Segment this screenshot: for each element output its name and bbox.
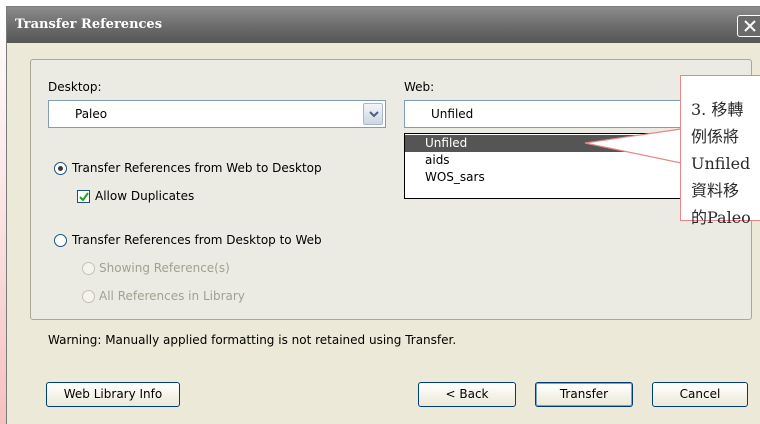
web-to-desktop-label[interactable]: Transfer References from Web to Desktop [72,161,322,175]
callout-line-3: Unfiled [691,154,751,173]
desktop-library-value: Paleo [75,107,108,121]
close-icon [744,20,756,32]
desktop-to-web-label[interactable]: Transfer References from Desktop to Web [72,233,322,247]
desktop-library-select[interactable]: Paleo [48,100,386,128]
callout-pointer [584,128,683,164]
web-to-desktop-radio[interactable] [54,162,67,175]
callout-line-4: 資料移 [691,181,740,200]
all-references-label: All References in Library [99,289,245,303]
web-group-select[interactable]: Unfiled [404,100,704,128]
warning-text: Warning: Manually applied formatting is … [48,333,457,347]
back-button[interactable]: < Back [418,382,516,407]
chevron-down-icon [369,111,379,118]
callout-line-5: 的Paleo [691,208,751,227]
checkmark-icon [79,192,89,202]
cancel-button[interactable]: Cancel [652,382,748,407]
desktop-label: Desktop: [48,80,102,94]
web-library-info-button[interactable]: Web Library Info [46,382,180,407]
showing-references-label: Showing Reference(s) [99,261,230,275]
title-bar: Transfer References [7,7,760,43]
web-label: Web: [404,80,435,94]
desktop-to-web-radio[interactable] [54,234,67,247]
callout-line-2: 例係將 [691,127,740,146]
showing-references-radio[interactable] [82,262,95,275]
annotation-callout: 3. 移轉 例係將 Unfiled 資料移 的Paleo [680,75,760,227]
desktop-dropdown-button[interactable] [363,103,383,125]
allow-duplicates-checkbox[interactable] [77,190,90,203]
web-group-value: Unfiled [431,107,474,121]
close-button[interactable] [737,15,760,37]
dialog-title: Transfer References [15,17,163,32]
all-references-radio[interactable] [82,290,95,303]
transfer-button[interactable]: Transfer [535,382,633,407]
callout-line-1: 3. 移轉 [691,100,744,119]
allow-duplicates-label[interactable]: Allow Duplicates [95,189,194,203]
dropdown-option-wos-sars[interactable]: WOS_sars [405,169,685,186]
